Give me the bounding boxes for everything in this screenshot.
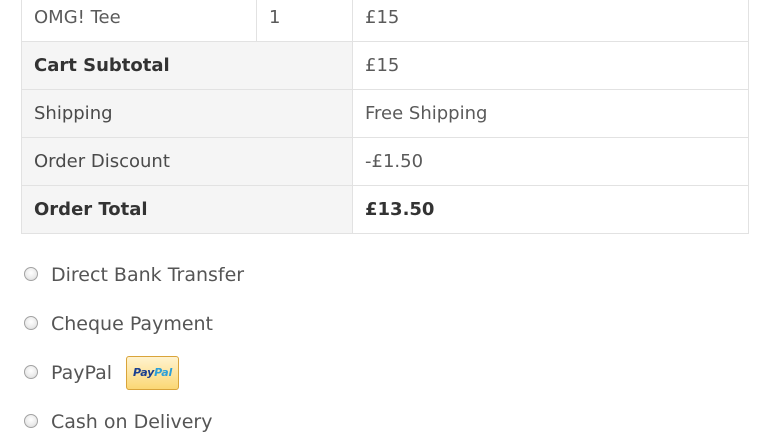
payment-method-label[interactable]: Cheque Payment — [51, 313, 213, 335]
cash-on-delivery-radio[interactable] — [24, 413, 38, 428]
cart-subtotal-label: Cart Subtotal — [21, 41, 353, 90]
cart-subtotal-value: £15 — [352, 41, 749, 90]
payment-method-cheque[interactable]: Cheque Payment — [24, 299, 244, 348]
payment-method-direct-bank-transfer[interactable]: Direct Bank Transfer — [24, 250, 244, 299]
paypal-logo-text-pal: Pal — [154, 365, 173, 379]
paypal-logo-text-pay: Pay — [133, 365, 155, 379]
payment-method-label[interactable]: Cash on Delivery — [51, 411, 212, 433]
shipping-label: Shipping — [21, 89, 353, 138]
shipping-row: Shipping Free Shipping — [21, 89, 749, 138]
cart-subtotal-row: Cart Subtotal £15 — [21, 41, 749, 90]
payment-method-cash-on-delivery[interactable]: Cash on Delivery — [24, 397, 244, 446]
payment-methods-list: Direct Bank Transfer Cheque Payment PayP… — [24, 250, 244, 446]
payment-method-label[interactable]: Direct Bank Transfer — [51, 264, 244, 286]
paypal-radio[interactable] — [24, 364, 38, 379]
order-total-value: £13.50 — [352, 185, 749, 234]
order-discount-label: Order Discount — [21, 137, 353, 186]
order-total-label: Order Total — [21, 185, 353, 234]
cheque-payment-radio[interactable] — [24, 315, 38, 330]
order-discount-row: Order Discount -£1.50 — [21, 137, 749, 186]
direct-bank-transfer-radio[interactable] — [24, 266, 38, 281]
product-name: OMG! Tee — [21, 0, 257, 42]
payment-method-paypal[interactable]: PayPal PayPal — [24, 348, 244, 397]
paypal-logo-icon: PayPal — [126, 355, 180, 390]
payment-method-label[interactable]: PayPal — [51, 362, 112, 384]
order-summary-table: OMG! Tee 1 £15 Cart Subtotal £15 Shippin… — [21, 0, 749, 234]
order-discount-value: -£1.50 — [352, 137, 749, 186]
cart-item-row: OMG! Tee 1 £15 — [21, 0, 749, 42]
order-total-row: Order Total £13.50 — [21, 185, 749, 234]
product-line-total: £15 — [352, 0, 749, 42]
shipping-value: Free Shipping — [352, 89, 749, 138]
product-quantity: 1 — [256, 0, 353, 42]
